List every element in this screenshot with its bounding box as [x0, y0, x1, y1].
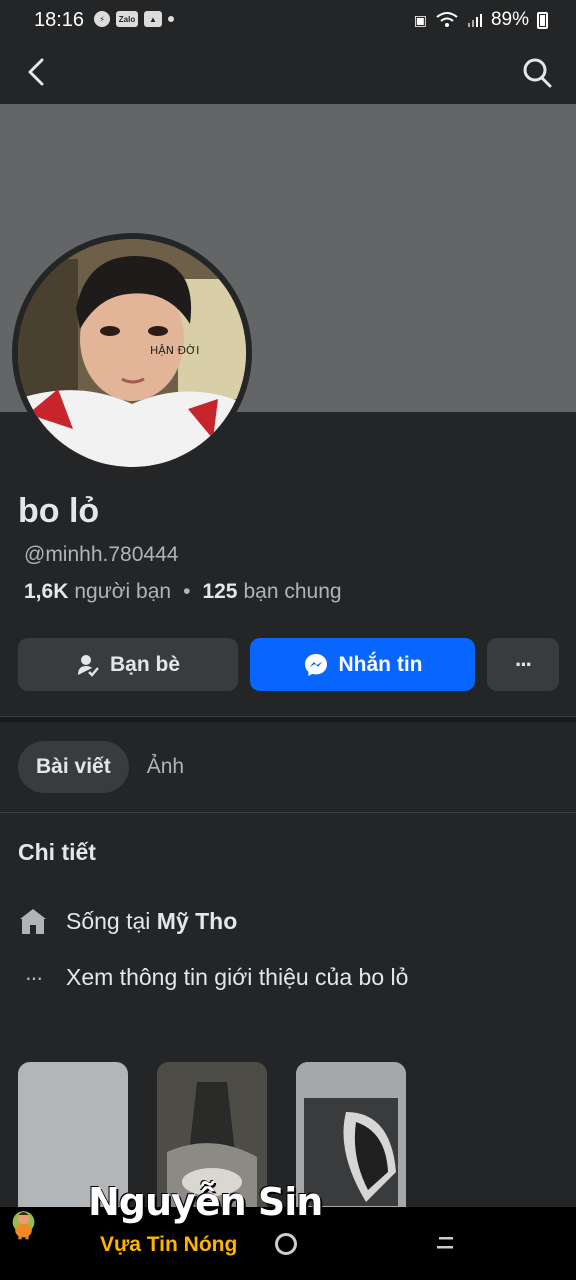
app-bar — [0, 42, 576, 104]
stats-separator: • — [183, 580, 191, 603]
more-notifications-dot-icon — [168, 16, 174, 22]
tab-photos[interactable]: Ảnh — [129, 741, 202, 793]
more-actions-button[interactable]: ··· — [487, 638, 559, 691]
avatar-face-text: HẬN ĐỜI — [150, 344, 199, 357]
battery-percent: 89% — [490, 9, 529, 30]
friends-label[interactable]: người bạn — [74, 580, 171, 604]
about-link[interactable]: Xem thông tin giới thiệu của bo lỏ — [66, 964, 408, 991]
status-system-icons: ▣ 89% — [414, 9, 548, 31]
friends-count[interactable]: 1,6K — [24, 580, 68, 604]
profile-handle: @minhh.780444 — [24, 543, 179, 566]
avatar-photo: HẬN ĐỜI — [18, 239, 246, 467]
message-button[interactable]: Nhắn tin — [250, 638, 475, 691]
section-divider — [0, 716, 576, 722]
message-button-label: Nhắn tin — [338, 652, 423, 676]
signal-icon — [467, 14, 482, 27]
tabs-divider — [0, 812, 576, 813]
messenger-icon — [304, 653, 327, 676]
profile-tabs: Bài viết Ảnh — [18, 741, 202, 793]
more-dots-icon: ··· — [515, 651, 533, 677]
battery-icon — [537, 11, 548, 29]
wifi-icon — [436, 12, 458, 27]
status-bar: 18:16 ⚡ Zalo ▲ ▣ 89% — [0, 0, 576, 42]
mutual-label[interactable]: bạn chung — [244, 580, 342, 604]
friends-button[interactable]: Bạn bè — [18, 638, 238, 691]
lives-prefix: Sống tại — [66, 907, 151, 934]
friends-button-label: Bạn bè — [109, 652, 180, 676]
detail-lives-in: Sống tại Mỹ Tho — [18, 906, 237, 936]
profile-name: bo lỏ — [18, 492, 100, 530]
messenger-notification-icon: ⚡ — [94, 11, 110, 27]
profile-avatar[interactable]: HẬN ĐỜI — [18, 239, 246, 467]
status-notification-icons: ⚡ Zalo ▲ — [94, 11, 174, 27]
back-nav-icon[interactable] — [437, 1236, 455, 1250]
search-icon[interactable] — [520, 54, 554, 90]
watermark-subtitle: Vựa Tin Nóng — [100, 1233, 238, 1256]
lives-place[interactable]: Mỹ Tho — [157, 908, 238, 934]
details-title: Chi tiết — [18, 839, 96, 865]
sim-icon: ▣ — [413, 11, 427, 28]
detail-about[interactable]: ··· Xem thông tin giới thiệu của bo lỏ — [18, 964, 409, 991]
zalo-notification-icon: Zalo — [116, 11, 138, 27]
watermark-title: Nguyễn Sin — [88, 1180, 323, 1224]
watermark-mascot-logo — [12, 1211, 35, 1240]
home-icon — [20, 909, 46, 934]
gallery-notification-icon: ▲ — [144, 11, 162, 27]
profile-stats: 1,6K người bạn • 125 bạn chung — [24, 580, 342, 604]
more-horizontal-icon: ··· — [24, 964, 44, 990]
friend-check-icon — [77, 654, 99, 677]
tab-posts[interactable]: Bài viết — [18, 741, 129, 793]
back-chevron-icon[interactable] — [22, 54, 52, 90]
home-nav-icon[interactable] — [275, 1233, 297, 1255]
mutual-count[interactable]: 125 — [202, 580, 237, 604]
status-time: 18:16 — [34, 9, 85, 31]
